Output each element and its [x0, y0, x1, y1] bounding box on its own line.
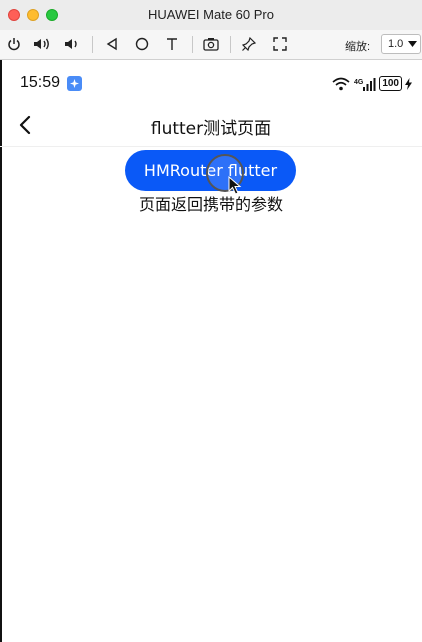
zoom-label: 缩放:: [345, 41, 371, 53]
toolbar-divider: [192, 36, 193, 53]
page-title: flutter测试页面: [150, 119, 272, 139]
pin-icon[interactable]: [240, 35, 258, 53]
emulator-toolbar: 缩放: 1.0: [0, 30, 422, 60]
volume-up-icon[interactable]: [33, 35, 51, 53]
fullscreen-icon[interactable]: [271, 35, 289, 53]
screenshot-camera-icon[interactable]: [202, 35, 220, 53]
status-time: 15:59: [20, 74, 61, 91]
power-icon[interactable]: [5, 35, 23, 53]
svg-text:4G: 4G: [354, 79, 364, 86]
chevron-down-icon: [408, 41, 417, 47]
charging-bolt-icon: [405, 77, 412, 90]
status-bar: 15:59 4G 100: [0, 70, 422, 98]
volume-down-icon[interactable]: [63, 35, 81, 53]
zoom-value: 1.0: [388, 38, 404, 50]
device-frame-edge: [0, 60, 2, 642]
signal-4g-icon: 4G: [354, 77, 376, 91]
app-header: flutter测试页面: [0, 106, 422, 147]
window-titlebar: HUAWEI Mate 60 Pro: [0, 0, 422, 31]
battery-icon: 100: [379, 76, 402, 91]
status-icons: 4G 100: [331, 76, 412, 91]
toolbar-divider: [230, 36, 231, 53]
wifi-icon: [332, 77, 350, 90]
home-circle-icon[interactable]: [133, 35, 151, 53]
returned-params-text: 页面返回携带的参数: [138, 195, 283, 214]
toolbar-divider: [92, 36, 93, 53]
back-triangle-icon[interactable]: [103, 35, 121, 53]
window-title: HUAWEI Mate 60 Pro: [148, 7, 274, 22]
zoom-select[interactable]: 1.0: [381, 34, 421, 54]
text-input-icon[interactable]: [163, 35, 181, 53]
notification-badge-icon: [67, 76, 82, 91]
battery-level: 100: [382, 78, 399, 89]
